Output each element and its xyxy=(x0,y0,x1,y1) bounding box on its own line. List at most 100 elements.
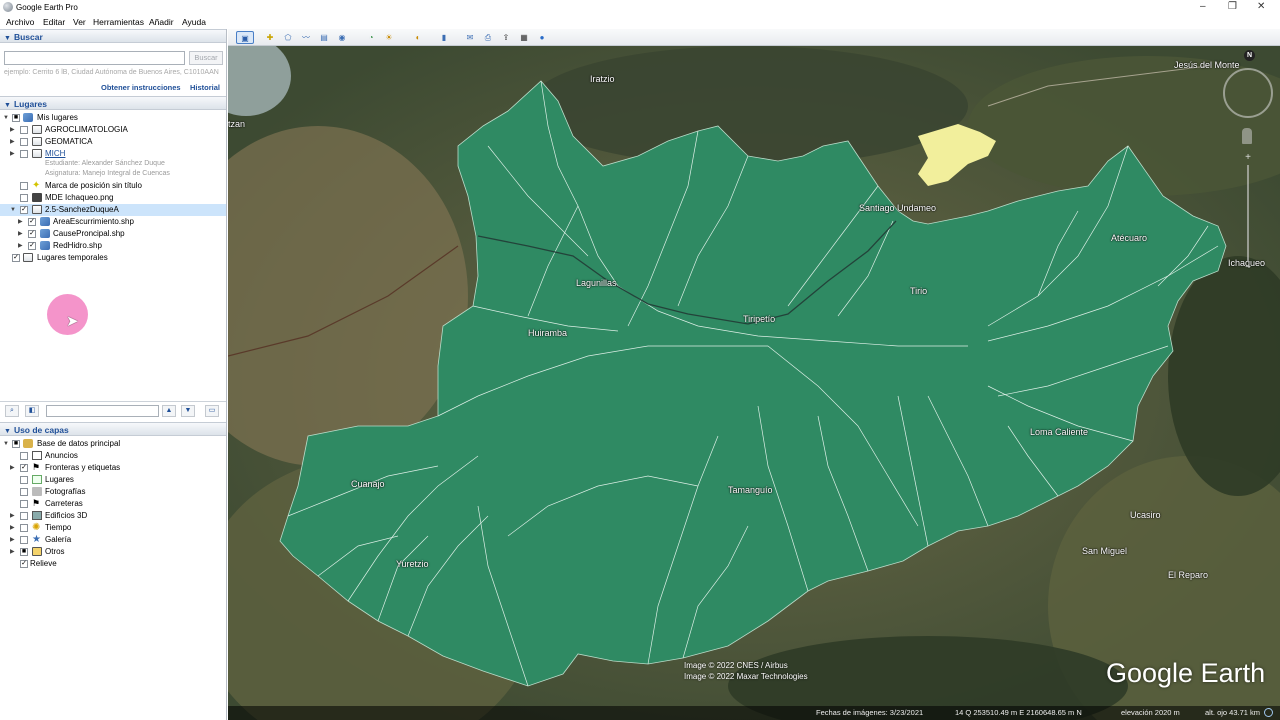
building-icon xyxy=(32,511,42,520)
checkbox[interactable]: ■ xyxy=(12,114,20,122)
map-view[interactable]: Iratzio Jesús del Monte tzan Santiago Un… xyxy=(228,46,1280,720)
restore-button[interactable]: ❐ xyxy=(1228,1,1237,12)
checkbox[interactable] xyxy=(20,150,28,158)
checkbox[interactable] xyxy=(20,524,28,532)
add-placemark-icon[interactable]: ✚ xyxy=(263,31,277,44)
expand-arrow-icon[interactable]: ▶ xyxy=(10,462,16,474)
search-panel-header[interactable]: ▼ Buscar xyxy=(0,29,226,43)
north-indicator-icon[interactable]: N xyxy=(1244,50,1255,61)
town-label: Loma Caliente xyxy=(1030,427,1089,437)
checkbox[interactable]: ■ xyxy=(12,440,20,448)
historical-imagery-icon[interactable]: ◔ xyxy=(364,31,378,44)
expand-arrow-icon[interactable]: ▶ xyxy=(10,546,16,558)
expand-arrow-icon[interactable]: ▼ xyxy=(10,204,16,216)
checkbox[interactable] xyxy=(20,476,28,484)
menu-ver[interactable]: Ver xyxy=(73,17,86,27)
expand-arrow-icon[interactable]: ▼ xyxy=(3,438,9,450)
search-icon[interactable]: ⌕ xyxy=(5,405,19,417)
add-overlay-icon[interactable]: ▤ xyxy=(317,31,331,44)
places-panel-header[interactable]: ▼ Lugares xyxy=(0,96,226,110)
layers-panel-header[interactable]: ▼ Uso de capas xyxy=(0,422,226,436)
expand-arrow-icon[interactable]: ▶ xyxy=(10,124,16,136)
folder-icon xyxy=(23,253,33,262)
add-path-icon[interactable]: 〰 xyxy=(299,31,313,44)
expand-arrow-icon[interactable]: ▼ xyxy=(3,112,9,124)
camera-icon xyxy=(32,487,42,496)
database-icon xyxy=(23,439,33,448)
zoom-track[interactable] xyxy=(1247,165,1249,261)
planets-icon[interactable]: ◐ xyxy=(411,31,425,44)
menu-anadir[interactable]: Añadir xyxy=(149,17,174,27)
pushpin-icon: ✦ xyxy=(32,180,41,191)
town-label: Iratzio xyxy=(590,74,615,84)
checkbox[interactable]: ■ xyxy=(20,548,28,556)
town-label: Atécuaro xyxy=(1111,233,1148,243)
window-title: Google Earth Pro xyxy=(16,3,78,12)
expand-arrow-icon[interactable]: ▶ xyxy=(18,240,24,252)
checkbox[interactable] xyxy=(20,452,28,460)
search-input[interactable] xyxy=(4,51,185,65)
movie-maker-icon[interactable]: ▦ xyxy=(517,31,531,44)
road-sign-icon: ⚑ xyxy=(32,498,41,508)
expand-arrow-icon[interactable]: ▶ xyxy=(10,522,16,534)
checkbox[interactable] xyxy=(20,500,28,508)
save-image-icon[interactable]: ⇪ xyxy=(499,31,513,44)
folder-icon xyxy=(32,149,42,158)
directions-link[interactable]: Obtener instrucciones xyxy=(101,83,181,92)
zoom-in-icon[interactable]: + xyxy=(1243,153,1253,163)
ruler-icon[interactable]: ▮ xyxy=(437,31,451,44)
google-maps-icon[interactable]: ● xyxy=(535,31,549,44)
checkbox[interactable] xyxy=(20,182,28,190)
search-hint: ejemplo: Cerrito 6 lB, Ciudad Autónoma d… xyxy=(4,69,219,76)
move-up-icon[interactable]: ▲ xyxy=(162,405,176,417)
expand-arrow-icon[interactable]: ▶ xyxy=(10,136,16,148)
sunlight-icon[interactable]: ☀ xyxy=(382,31,396,44)
checkbox[interactable]: ✓ xyxy=(20,464,28,472)
town-label: Santiago Undameo xyxy=(859,203,937,213)
print-icon[interactable]: ⎙ xyxy=(481,31,495,44)
add-polygon-icon[interactable]: ⬠ xyxy=(281,31,295,44)
minimize-button[interactable]: – xyxy=(1200,1,1206,12)
menu-editar[interactable]: Editar xyxy=(43,17,65,27)
folder-icon xyxy=(32,547,42,556)
email-icon[interactable]: ✉ xyxy=(463,31,477,44)
panel-toggle-icon[interactable]: ◧ xyxy=(25,405,39,417)
expand-arrow-icon[interactable]: ▶ xyxy=(10,534,16,546)
checkbox[interactable]: ✓ xyxy=(12,254,20,262)
places-filter-input[interactable] xyxy=(46,405,159,417)
checkbox[interactable] xyxy=(20,512,28,520)
street-view-person-icon[interactable] xyxy=(1242,128,1252,144)
checkbox[interactable]: ✓ xyxy=(20,206,28,214)
menu-ayuda[interactable]: Ayuda xyxy=(182,17,206,27)
checkbox[interactable] xyxy=(20,138,28,146)
record-tour-icon[interactable]: ◉ xyxy=(335,31,349,44)
checkbox[interactable]: ✓ xyxy=(28,242,36,250)
close-button[interactable]: ✕ xyxy=(1257,1,1265,12)
checkbox[interactable]: ✓ xyxy=(20,560,28,568)
checkbox[interactable] xyxy=(20,126,28,134)
imagery-attribution: Image © 2022 CNES / Airbus Image © 2022 … xyxy=(684,661,808,681)
menu-archivo[interactable]: Archivo xyxy=(6,17,34,27)
history-link[interactable]: Historial xyxy=(190,83,220,92)
zoom-slider[interactable]: + − xyxy=(1244,153,1252,273)
zoom-out-icon[interactable]: − xyxy=(1243,263,1253,273)
menu-herramientas[interactable]: Herramientas xyxy=(93,17,144,27)
sidebar-toggle-icon[interactable]: ▣ xyxy=(236,31,254,44)
checkbox[interactable] xyxy=(20,536,28,544)
expand-arrow-icon[interactable]: ▶ xyxy=(10,510,16,522)
checkbox[interactable]: ✓ xyxy=(28,218,36,226)
layer-icon xyxy=(40,241,50,250)
checkbox[interactable]: ✓ xyxy=(28,230,36,238)
open-folder-icon[interactable]: ▭ xyxy=(205,405,219,417)
search-button[interactable]: Buscar xyxy=(189,51,223,65)
checkbox[interactable] xyxy=(20,194,28,202)
google-earth-logo: Google Earth xyxy=(1106,658,1266,688)
move-down-icon[interactable]: ▼ xyxy=(181,405,195,417)
expand-arrow-icon[interactable]: ▶ xyxy=(18,228,24,240)
status-bar: Fechas de imágenes: 3/23/2021 14 Q 25351… xyxy=(228,706,1280,720)
checkbox[interactable] xyxy=(20,488,28,496)
expand-arrow-icon[interactable]: ▶ xyxy=(18,216,24,228)
expand-arrow-icon[interactable]: ▶ xyxy=(10,148,16,160)
cursor-coordinates: 14 Q 253510.49 m E 2160648.65 m N xyxy=(955,708,1082,717)
navigation-compass[interactable] xyxy=(1223,68,1273,118)
